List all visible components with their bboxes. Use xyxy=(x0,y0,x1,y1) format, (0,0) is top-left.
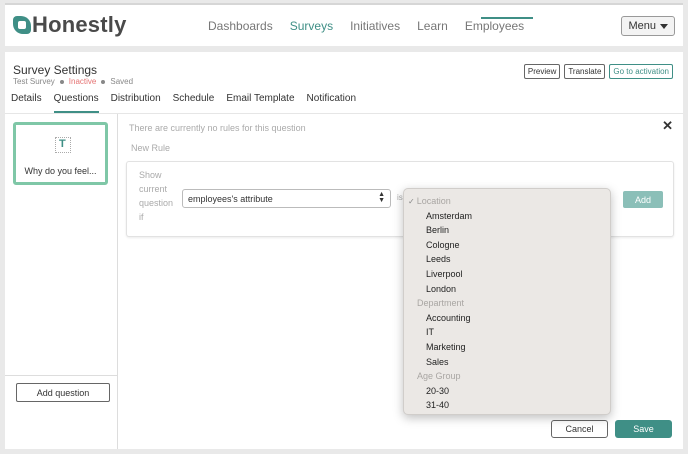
empty-rules-message: There are currently no rules for this qu… xyxy=(129,123,306,133)
survey-meta: Test Survey Inactive Saved xyxy=(13,77,133,86)
tab-questions[interactable]: Questions xyxy=(53,93,99,113)
question-card[interactable]: T Why do you feel... xyxy=(13,122,108,185)
dropdown-option[interactable]: Marketing xyxy=(404,340,610,355)
menu-label: Menu xyxy=(628,20,656,32)
dropdown-item-text: Department xyxy=(417,298,465,309)
dropdown-group-label: Department xyxy=(404,296,610,311)
separator-dot xyxy=(101,79,106,84)
nav-employees[interactable]: Employees xyxy=(465,19,524,33)
preview-button[interactable]: Preview xyxy=(523,64,561,79)
add-question-button[interactable]: Add question xyxy=(16,383,110,402)
top-actions: Preview Translate Go to activation xyxy=(523,64,673,79)
tab-schedule[interactable]: Schedule xyxy=(173,93,215,113)
dropdown-option[interactable]: Accounting xyxy=(404,311,610,326)
main-nav: Dashboards Surveys Initiatives Learn Emp… xyxy=(208,17,541,33)
dropdown-option[interactable]: Leeds xyxy=(404,252,610,267)
dropdown-item-text: Liverpool xyxy=(426,268,463,279)
go-to-activation-button[interactable]: Go to activation xyxy=(609,64,673,79)
nav-initiatives[interactable]: Initiatives xyxy=(350,19,400,33)
add-rule-button[interactable]: Add xyxy=(623,191,663,208)
show-condition-label: Show current question if xyxy=(139,170,174,222)
dropdown-option[interactable]: Berlin xyxy=(404,223,610,238)
dropdown-option[interactable]: London xyxy=(404,282,610,297)
translate-button[interactable]: Translate xyxy=(564,64,606,79)
dropdown-option[interactable]: 20-30 xyxy=(404,384,610,399)
dropdown-option[interactable]: Cologne xyxy=(404,238,610,253)
logo-text: Honestly xyxy=(32,12,127,37)
dropdown-item-text: Location xyxy=(416,196,451,206)
cancel-button[interactable]: Cancel xyxy=(551,420,608,438)
menu-button[interactable]: Menu xyxy=(621,16,675,36)
dropdown-group-label: Age Group xyxy=(404,369,610,384)
dropdown-group-label: ✓ Location xyxy=(404,194,610,209)
dropdown-item-text: Amsterdam xyxy=(426,210,473,221)
is-label: is xyxy=(397,193,403,202)
save-button[interactable]: Save xyxy=(615,420,672,438)
dropdown-option[interactable]: Sales xyxy=(404,355,610,370)
dropdown-item-text: 31-40 xyxy=(426,400,450,411)
new-rule-heading: New Rule xyxy=(131,143,171,153)
check-icon: ✓ xyxy=(408,197,415,206)
separator-dot xyxy=(59,79,64,84)
caret-down-icon xyxy=(660,23,668,29)
text-question-icon: T xyxy=(55,137,71,153)
logo[interactable]: Honestly xyxy=(13,12,127,38)
dropdown-item-text: 20-30 xyxy=(426,385,450,396)
logo-icon xyxy=(13,16,31,34)
tab-distribution[interactable]: Distribution xyxy=(111,93,161,113)
close-icon[interactable]: ✕ xyxy=(662,118,673,134)
value-dropdown-menu: ✓ Location Amsterdam Berlin Cologne Leeds Live… xyxy=(403,188,611,415)
dropdown-option[interactable]: Amsterdam xyxy=(404,209,610,224)
dropdown-item-text: IT xyxy=(426,327,434,338)
nav-learn[interactable]: Learn xyxy=(417,19,448,33)
select-arrows-icon: ▲ ▼ xyxy=(378,191,385,204)
nav-surveys[interactable]: Surveys xyxy=(290,19,333,33)
dropdown-item-text: Sales xyxy=(426,356,449,367)
sidebar-divider xyxy=(5,375,118,376)
tab-notification[interactable]: Notification xyxy=(307,93,356,113)
settings-tabs: Details Questions Distribution Schedule … xyxy=(11,93,368,113)
page-title: Survey Settings xyxy=(13,63,98,77)
dropdown-item-text: Berlin xyxy=(426,225,450,236)
nav-active-indicator xyxy=(481,17,533,19)
dropdown-item-text: Leeds xyxy=(426,254,451,265)
attribute-select[interactable]: employees's attribute ▲ ▼ xyxy=(182,189,391,208)
dropdown-option[interactable]: Liverpool xyxy=(404,267,610,282)
dropdown-option[interactable]: 31-40 xyxy=(404,398,610,413)
dropdown-option[interactable]: IT xyxy=(404,325,610,340)
question-sidebar: T Why do you feel... Add question xyxy=(5,114,118,449)
dropdown-list: ✓ Location Amsterdam Berlin Cologne Leeds Live… xyxy=(404,189,610,413)
footer-actions: Cancel Save xyxy=(551,420,672,438)
top-navbar: Honestly Dashboards Surveys Initiatives … xyxy=(5,3,683,46)
survey-name: Test Survey xyxy=(13,77,55,86)
dropdown-item-text: Accounting xyxy=(426,312,471,323)
attribute-select-value: employees's attribute xyxy=(188,193,273,204)
nav-dashboards[interactable]: Dashboards xyxy=(208,19,273,33)
dropdown-item-text: Age Group xyxy=(417,371,461,382)
text-question-glyph: T xyxy=(59,138,66,150)
dropdown-item-text: Cologne xyxy=(426,239,460,250)
dropdown-item-text: Marketing xyxy=(426,341,466,352)
tab-email-template[interactable]: Email Template xyxy=(226,93,294,113)
save-state: Saved xyxy=(110,77,134,86)
tab-details[interactable]: Details xyxy=(11,93,42,113)
question-label: Why do you feel... xyxy=(24,166,97,176)
dropdown-item-text: London xyxy=(426,283,457,294)
status-badge: Inactive xyxy=(68,77,97,86)
